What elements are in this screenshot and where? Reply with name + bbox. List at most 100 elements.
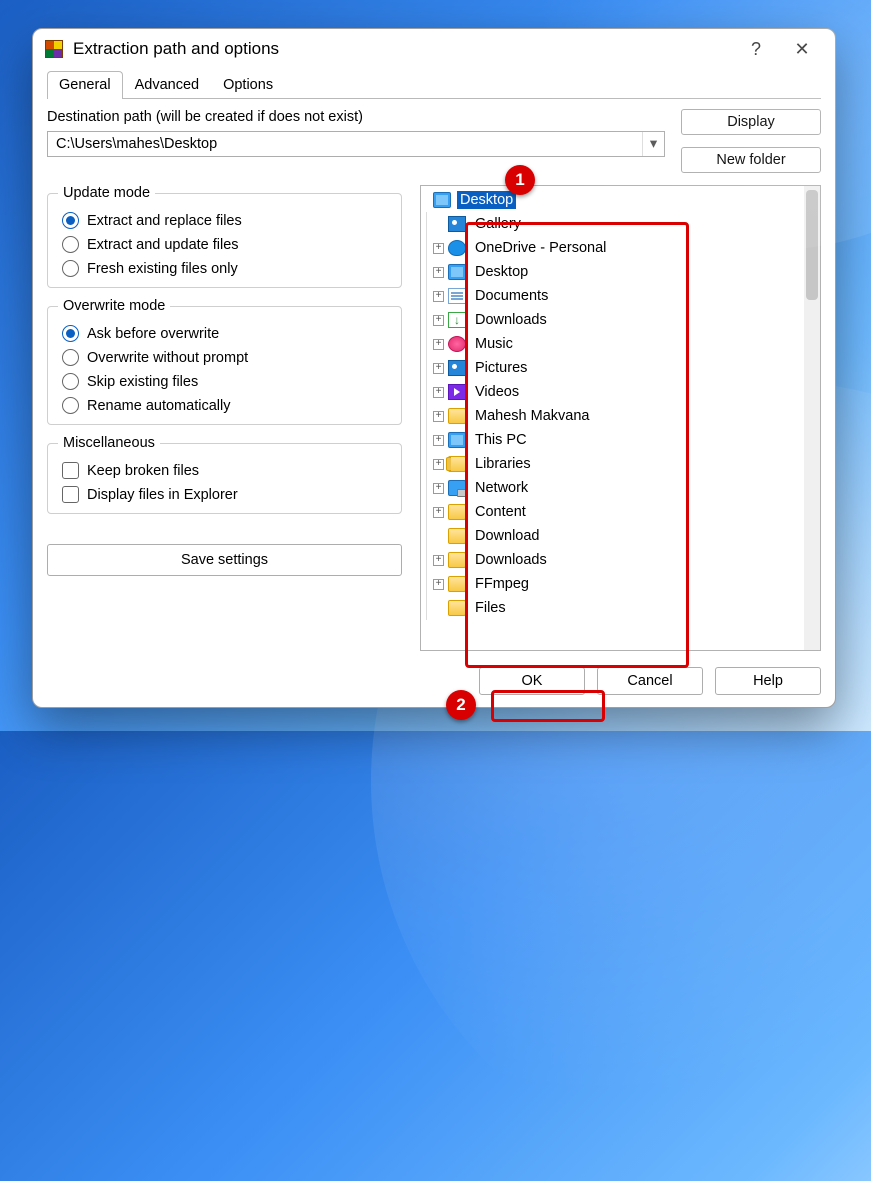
radio-icon — [62, 349, 79, 366]
misc-group: Miscellaneous Keep broken files Display … — [47, 435, 402, 514]
tree-node[interactable]: + Libraries — [421, 452, 804, 476]
client-area: General Advanced Options Destination pat… — [33, 69, 835, 707]
update-extract-update[interactable]: Extract and update files — [62, 236, 391, 253]
tab-advanced[interactable]: Advanced — [123, 71, 212, 98]
overwrite-rename[interactable]: Rename automatically — [62, 397, 391, 414]
tree-node-label: Content — [472, 503, 529, 521]
tree-node[interactable]: Gallery — [421, 212, 804, 236]
destination-input[interactable] — [48, 132, 642, 156]
radio-icon — [62, 236, 79, 253]
folder-icon — [448, 408, 466, 424]
expand-icon[interactable]: + — [433, 483, 444, 494]
network-icon — [448, 480, 466, 496]
folder-icon — [448, 552, 466, 568]
monitor-icon — [448, 432, 466, 448]
help-button-footer[interactable]: Help — [715, 667, 821, 695]
destination-combo[interactable]: ▾ — [47, 131, 665, 157]
radio-icon — [62, 373, 79, 390]
expand-icon[interactable]: + — [433, 315, 444, 326]
folder-icon — [448, 576, 466, 592]
tree-node-label: Gallery — [472, 215, 524, 233]
save-settings-button[interactable]: Save settings — [47, 544, 402, 576]
dialog-window: Extraction path and options ? ✕ General … — [32, 28, 836, 708]
tree-node-label: FFmpeg — [472, 575, 532, 593]
expand-icon[interactable]: + — [433, 363, 444, 374]
overwrite-mode-legend: Overwrite mode — [58, 298, 170, 314]
update-fresh-only[interactable]: Fresh existing files only — [62, 260, 391, 277]
window-title: Extraction path and options — [73, 39, 733, 59]
tree-node[interactable]: +Music — [421, 332, 804, 356]
docs-icon — [448, 288, 466, 304]
tree-node[interactable]: +OneDrive - Personal — [421, 236, 804, 260]
tree-node[interactable]: +This PC — [421, 428, 804, 452]
update-extract-replace[interactable]: Extract and replace files — [62, 212, 391, 229]
tree-node[interactable]: Download — [421, 524, 804, 548]
misc-display-explorer[interactable]: Display files in Explorer — [62, 486, 391, 503]
expand-icon — [433, 603, 444, 614]
expand-icon — [433, 531, 444, 542]
overwrite-skip[interactable]: Skip existing files — [62, 373, 391, 390]
expand-icon[interactable]: + — [433, 555, 444, 566]
chevron-down-icon[interactable]: ▾ — [642, 132, 664, 156]
expand-icon[interactable]: + — [433, 435, 444, 446]
cancel-button[interactable]: Cancel — [597, 667, 703, 695]
tree-node[interactable]: +Network — [421, 476, 804, 500]
tree-node-label: Mahesh Makvana — [472, 407, 592, 425]
tab-general[interactable]: General — [47, 71, 123, 99]
tree-node[interactable]: + Pictures — [421, 356, 804, 380]
folder-tree[interactable]: DesktopGallery+OneDrive - Personal+Deskt… — [421, 186, 804, 650]
tab-options[interactable]: Options — [211, 71, 285, 98]
ok-button[interactable]: OK — [479, 667, 585, 695]
folder-tree-pane: DesktopGallery+OneDrive - Personal+Deskt… — [420, 185, 821, 651]
expand-icon[interactable]: + — [433, 579, 444, 590]
music-icon — [448, 336, 466, 352]
library-icon — [448, 456, 466, 472]
photo-icon — [448, 360, 466, 376]
expand-icon[interactable]: + — [433, 243, 444, 254]
expand-icon — [433, 219, 444, 230]
overwrite-ask[interactable]: Ask before overwrite — [62, 325, 391, 342]
tree-node-label: Download — [472, 527, 543, 545]
expand-icon[interactable]: + — [433, 507, 444, 518]
tree-node[interactable]: + Videos — [421, 380, 804, 404]
callout-2-badge: 2 — [446, 690, 476, 720]
overwrite-without-prompt[interactable]: Overwrite without prompt — [62, 349, 391, 366]
tree-node[interactable]: +Documents — [421, 284, 804, 308]
radio-icon — [62, 325, 79, 342]
monitor-icon — [448, 264, 466, 280]
cloud-icon — [448, 240, 466, 256]
tree-node[interactable]: Desktop — [421, 188, 804, 212]
new-folder-button[interactable]: New folder — [681, 147, 821, 173]
vertical-scrollbar[interactable] — [804, 186, 820, 650]
misc-keep-broken[interactable]: Keep broken files — [62, 462, 391, 479]
tree-node-label: Videos — [472, 383, 522, 401]
folder-icon — [448, 504, 466, 520]
video-icon — [448, 384, 466, 400]
tree-node-label: Desktop — [472, 263, 531, 281]
expand-icon[interactable]: + — [433, 339, 444, 350]
tree-node-label: Libraries — [472, 455, 534, 473]
update-mode-legend: Update mode — [58, 185, 155, 201]
expand-icon[interactable]: + — [433, 459, 444, 470]
help-button[interactable]: ? — [733, 39, 779, 60]
tree-node[interactable]: Files — [421, 596, 804, 620]
tree-node[interactable]: +Downloads — [421, 308, 804, 332]
tree-node[interactable]: +Downloads — [421, 548, 804, 572]
monitor-icon — [433, 192, 451, 208]
radio-icon — [62, 212, 79, 229]
tree-node[interactable]: + FFmpeg — [421, 572, 804, 596]
display-button[interactable]: Display — [681, 109, 821, 135]
expand-icon[interactable]: + — [433, 411, 444, 422]
folder-icon — [448, 528, 466, 544]
photo-icon — [448, 216, 466, 232]
tree-node[interactable]: + Mahesh Makvana — [421, 404, 804, 428]
expand-icon[interactable]: + — [433, 387, 444, 398]
close-button[interactable]: ✕ — [779, 39, 825, 60]
winrar-icon — [45, 40, 63, 58]
tree-node-label: Pictures — [472, 359, 530, 377]
tree-node[interactable]: + Content — [421, 500, 804, 524]
tree-node[interactable]: + Desktop — [421, 260, 804, 284]
scrollbar-thumb[interactable] — [806, 190, 818, 300]
expand-icon[interactable]: + — [433, 267, 444, 278]
expand-icon[interactable]: + — [433, 291, 444, 302]
